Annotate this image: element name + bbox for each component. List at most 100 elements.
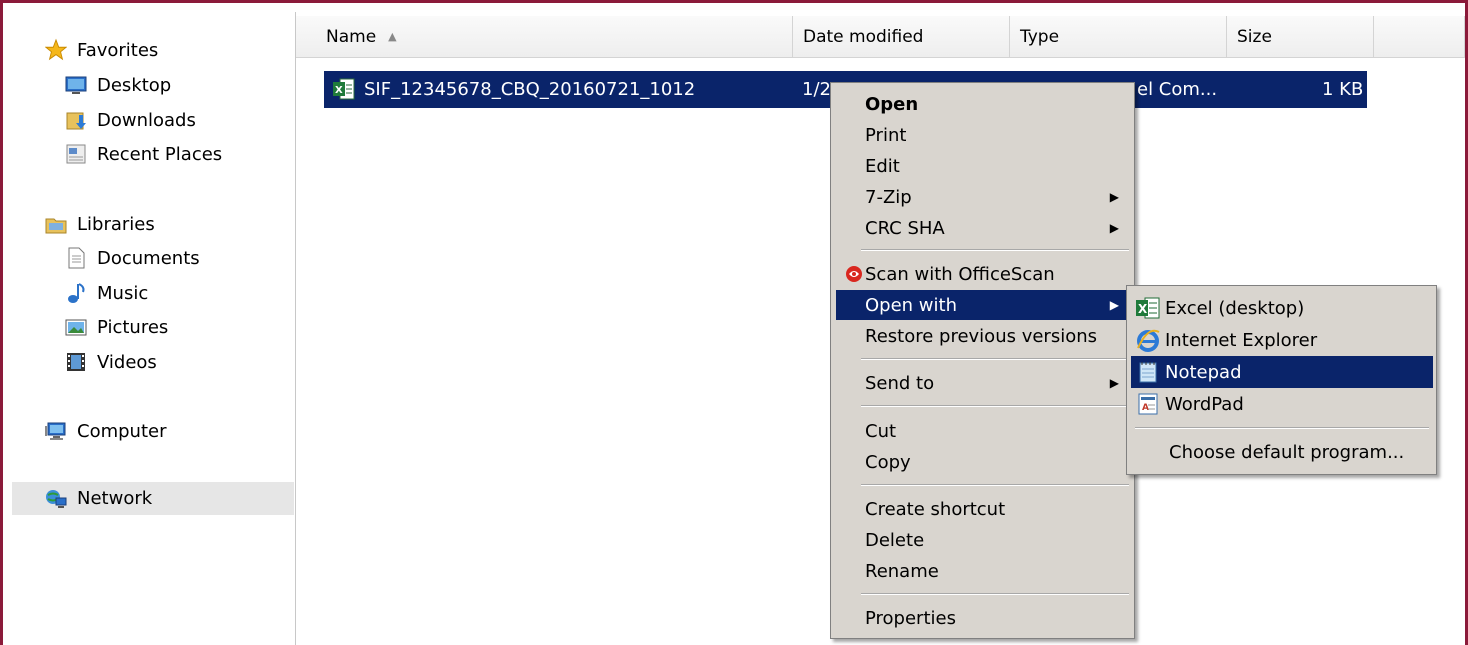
documents-icon (65, 247, 87, 269)
file-size: 1 KB (1322, 79, 1364, 100)
nav-favorites[interactable]: Favorites (45, 34, 158, 66)
submenu-arrow-icon: ▶ (1109, 221, 1119, 235)
menu-item-copy[interactable]: Copy (836, 447, 1129, 477)
menu-item-scan-label: Scan with OfficeScan (865, 263, 1055, 285)
nav-desktop-label: Desktop (97, 74, 172, 96)
column-header-date[interactable]: Date modified (793, 16, 1010, 58)
nav-desktop[interactable]: Desktop (65, 69, 171, 101)
menu-item-restore-label: Restore previous versions (865, 325, 1098, 347)
menu-item-delete-label: Delete (865, 529, 925, 551)
submenu-item-excel-label: Excel (desktop) (1165, 297, 1305, 319)
svg-text:X: X (335, 85, 343, 96)
notepad-icon (1135, 359, 1161, 385)
submenu-arrow-icon: ▶ (1109, 376, 1119, 390)
column-header-type[interactable]: Type (1010, 16, 1227, 58)
excel-file-icon: X (332, 77, 356, 106)
menu-item-rename[interactable]: Rename (836, 556, 1129, 586)
computer-icon (45, 420, 67, 442)
column-header-name[interactable]: Name ▲ (296, 16, 793, 58)
menu-item-open[interactable]: Open (836, 89, 1129, 119)
menu-item-send-to[interactable]: Send to ▶ (836, 368, 1129, 398)
menu-item-create-shortcut-label: Create shortcut (865, 498, 1006, 520)
file-name: SIF_12345678_CBQ_20160721_1012 (364, 79, 696, 100)
music-icon (65, 282, 87, 304)
submenu-item-excel[interactable]: X Excel (desktop) (1131, 292, 1433, 324)
libraries-icon (45, 213, 67, 235)
menu-item-open-with-label: Open with (865, 294, 957, 316)
column-header-size-label: Size (1237, 26, 1272, 47)
menu-item-copy-label: Copy (865, 451, 911, 473)
submenu-arrow-icon: ▶ (1109, 190, 1119, 204)
downloads-icon (65, 109, 87, 131)
wordpad-icon: A (1135, 391, 1161, 417)
column-header-name-label: Name (326, 26, 377, 47)
nav-videos[interactable]: Videos (65, 346, 157, 378)
nav-network[interactable]: Network (12, 482, 294, 515)
column-header-size[interactable]: Size (1227, 16, 1374, 58)
nav-computer[interactable]: Computer (45, 415, 166, 447)
menu-item-properties-label: Properties (865, 607, 956, 629)
submenu-separator (1135, 427, 1429, 429)
submenu-item-choose-default-label: Choose default program... (1169, 441, 1405, 463)
menu-separator (861, 249, 1129, 251)
submenu-item-notepad-label: Notepad (1165, 361, 1242, 383)
nav-pictures[interactable]: Pictures (65, 311, 168, 343)
menu-item-print[interactable]: Print (836, 120, 1129, 150)
menu-item-print-label: Print (865, 124, 907, 146)
pictures-icon (65, 316, 87, 338)
column-header-date-label: Date modified (803, 26, 924, 47)
submenu-item-wordpad[interactable]: A WordPad (1131, 388, 1433, 420)
svg-text:X: X (1138, 302, 1148, 316)
file-date-modified: 1/2 (802, 79, 831, 100)
menu-item-7zip[interactable]: 7-Zip ▶ (836, 182, 1129, 212)
menu-item-open-label: Open (865, 93, 919, 115)
desktop-icon (65, 74, 87, 96)
menu-item-restore[interactable]: Restore previous versions (836, 321, 1129, 351)
videos-icon (65, 351, 87, 373)
nav-libraries[interactable]: Libraries (45, 208, 155, 240)
menu-item-rename-label: Rename (865, 560, 939, 582)
menu-item-scan[interactable]: Scan with OfficeScan (836, 259, 1129, 289)
nav-downloads[interactable]: Downloads (65, 104, 196, 136)
nav-documents[interactable]: Documents (65, 242, 200, 274)
submenu-item-internet-explorer[interactable]: Internet Explorer (1131, 324, 1433, 356)
menu-separator (861, 484, 1129, 486)
menu-item-edit[interactable]: Edit (836, 151, 1129, 181)
nav-recent-places-label: Recent Places (97, 143, 223, 165)
menu-item-7zip-label: 7-Zip (865, 186, 912, 208)
menu-item-cut-label: Cut (865, 420, 897, 442)
nav-downloads-label: Downloads (97, 109, 196, 131)
submenu-item-notepad[interactable]: Notepad (1131, 356, 1433, 388)
open-with-submenu: X Excel (desktop) Internet Explorer Note… (1126, 285, 1437, 475)
context-menu: Open Print Edit 7-Zip ▶ CRC SHA ▶ Scan wit… (830, 82, 1135, 639)
menu-separator (861, 358, 1129, 360)
menu-item-delete[interactable]: Delete (836, 525, 1129, 555)
menu-item-send-to-label: Send to (865, 372, 935, 394)
menu-item-crc-sha[interactable]: CRC SHA ▶ (836, 213, 1129, 243)
nav-favorites-label: Favorites (77, 39, 159, 61)
officescan-icon (845, 265, 863, 283)
nav-network-label: Network (77, 488, 153, 509)
sort-ascending-icon: ▲ (388, 30, 397, 43)
navigation-pane: Favorites Desktop Downloads Recent Place… (12, 12, 296, 645)
star-icon (45, 38, 67, 61)
menu-item-open-with[interactable]: Open with ▶ (836, 290, 1129, 320)
menu-item-properties[interactable]: Properties (836, 603, 1129, 633)
submenu-item-wordpad-label: WordPad (1165, 393, 1244, 415)
nav-music[interactable]: Music (65, 277, 148, 309)
menu-item-cut[interactable]: Cut (836, 416, 1129, 446)
nav-libraries-label: Libraries (77, 213, 155, 235)
nav-videos-label: Videos (97, 351, 157, 373)
nav-recent-places[interactable]: Recent Places (65, 138, 222, 170)
menu-separator (861, 593, 1129, 595)
excel-icon: X (1135, 295, 1161, 321)
nav-documents-label: Documents (97, 247, 200, 269)
nav-computer-label: Computer (77, 420, 167, 442)
column-header-type-label: Type (1020, 26, 1060, 47)
internet-explorer-icon (1135, 327, 1161, 353)
menu-item-create-shortcut[interactable]: Create shortcut (836, 494, 1129, 524)
menu-item-crc-sha-label: CRC SHA (865, 217, 945, 239)
file-type: el Com... (1137, 79, 1218, 100)
submenu-item-choose-default[interactable]: Choose default program... (1131, 436, 1433, 468)
menu-separator (861, 405, 1129, 407)
